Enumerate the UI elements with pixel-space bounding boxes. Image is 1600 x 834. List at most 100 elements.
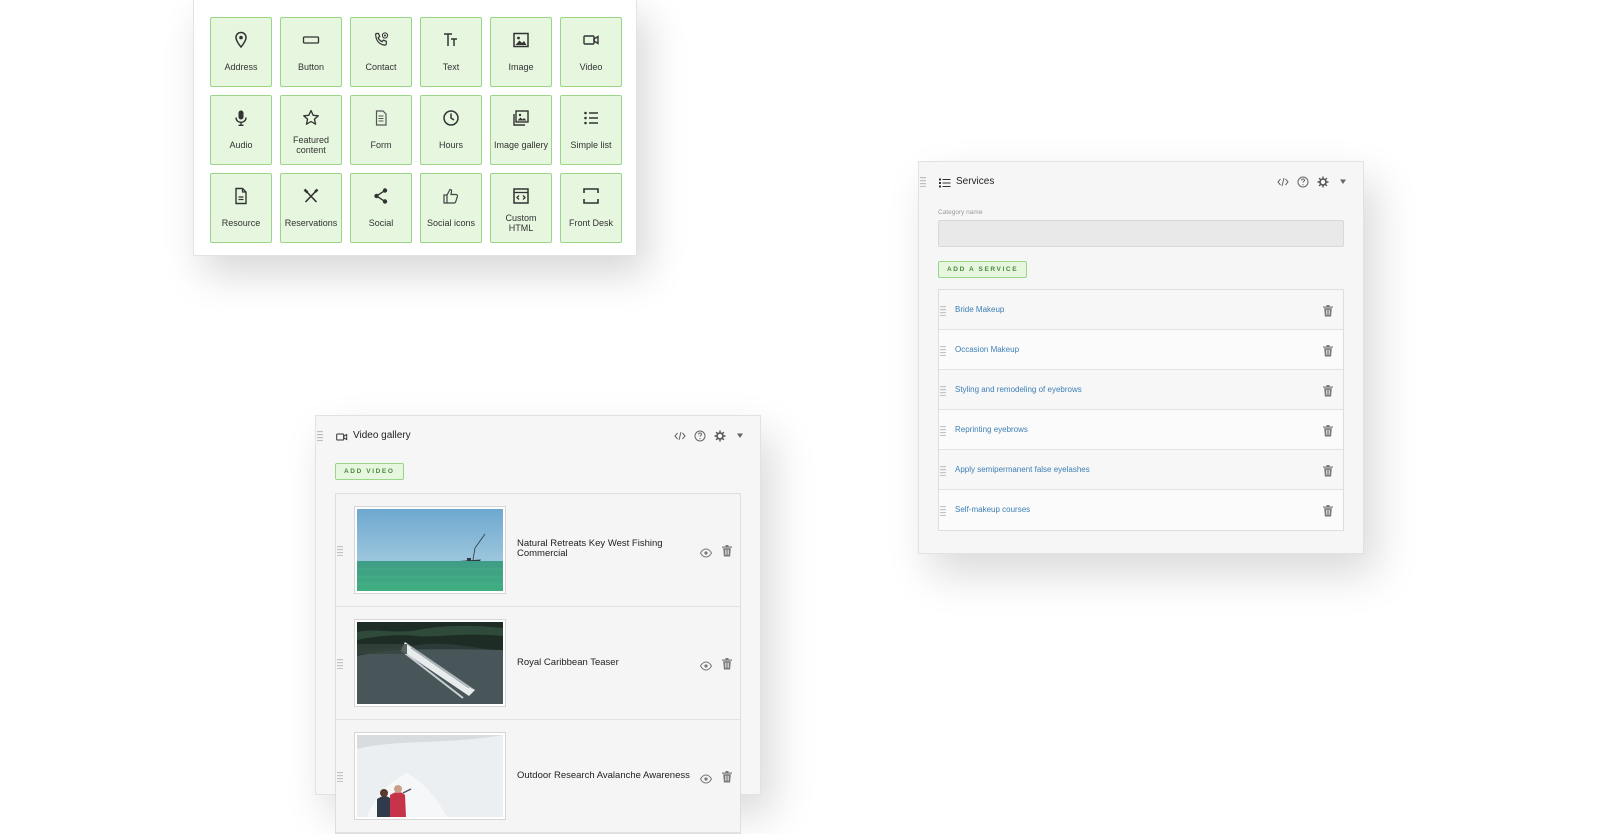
eye-icon[interactable] — [699, 658, 713, 671]
list-item: Occasion Makeup — [939, 330, 1343, 370]
help-icon[interactable] — [1297, 176, 1309, 188]
code-icon[interactable] — [1277, 176, 1289, 188]
tile-form[interactable]: Form — [350, 95, 412, 165]
star-icon — [301, 108, 321, 128]
service-name[interactable]: Self-makeup courses — [955, 505, 1030, 514]
tile-reservations[interactable]: Reservations — [280, 173, 342, 243]
trash-icon[interactable] — [722, 770, 732, 783]
tile-label: Button — [297, 61, 325, 72]
drag-handle-icon[interactable] — [337, 546, 343, 556]
trash-icon[interactable] — [722, 544, 732, 557]
list-item: Reprinting eyebrows — [939, 410, 1343, 450]
tile-label: Social — [368, 217, 394, 228]
tile-contact[interactable]: Contact — [350, 17, 412, 87]
drag-handle-icon[interactable] — [940, 306, 946, 316]
tile-audio[interactable]: Audio — [210, 95, 272, 165]
text-icon — [441, 30, 461, 50]
code-icon[interactable] — [674, 430, 686, 442]
trash-icon[interactable] — [722, 657, 732, 670]
trash-icon[interactable] — [1323, 384, 1333, 397]
trash-icon[interactable] — [1323, 424, 1333, 437]
gear-icon[interactable] — [714, 430, 726, 442]
tile-featured-content[interactable]: Featured content — [280, 95, 342, 165]
tile-label: Address — [224, 61, 258, 72]
video-thumbnail[interactable] — [354, 619, 506, 707]
utensils-icon — [301, 186, 321, 206]
module-title: Video gallery — [353, 430, 411, 441]
service-name[interactable]: Styling and remodeling of eyebrows — [955, 385, 1082, 394]
drag-handle-icon[interactable] — [337, 772, 343, 782]
frame-icon — [581, 186, 601, 206]
video-thumbnail[interactable] — [354, 506, 506, 594]
list-item: Styling and remodeling of eyebrows — [939, 370, 1343, 410]
add-video-button[interactable]: ADD VIDEO — [335, 463, 404, 480]
trash-icon[interactable] — [1323, 504, 1333, 517]
eye-icon[interactable] — [699, 545, 713, 558]
drag-handle-icon[interactable] — [940, 426, 946, 436]
drag-handle-icon[interactable] — [337, 659, 343, 669]
tile-label: Video — [579, 61, 603, 72]
chevron-down-icon[interactable] — [734, 430, 746, 442]
code-icon — [511, 186, 531, 206]
tile-video[interactable]: Video — [560, 17, 622, 87]
video-list: Natural Retreats Key West Fishing Commer… — [335, 493, 741, 834]
tile-address[interactable]: Address — [210, 17, 272, 87]
services-list: Bride Makeup Occasion Makeup Styling and… — [938, 289, 1344, 531]
tile-button[interactable]: Button — [280, 17, 342, 87]
microphone-icon — [231, 108, 251, 128]
tile-simple-list[interactable]: Simple list — [560, 95, 622, 165]
trash-icon[interactable] — [1323, 344, 1333, 357]
video-icon — [336, 430, 348, 442]
tile-front-desk[interactable]: Front Desk — [560, 173, 622, 243]
tile-label: Featured content — [292, 135, 330, 155]
drag-handle-icon[interactable] — [317, 431, 323, 441]
list-item: Natural Retreats Key West Fishing Commer… — [336, 494, 740, 607]
module-header: Video gallery — [316, 416, 760, 454]
video-thumbnail[interactable] — [354, 732, 506, 820]
service-name[interactable]: Occasion Makeup — [955, 345, 1019, 354]
drag-handle-icon[interactable] — [940, 386, 946, 396]
tile-hours[interactable]: Hours — [420, 95, 482, 165]
video-gallery-module: Video gallery ADD VIDEO Natural Retreats… — [315, 415, 761, 834]
block-picker-panel: Address Button Contact Text Image Video … — [193, 0, 637, 256]
service-name[interactable]: Apply semipermanent false eyelashes — [955, 465, 1090, 474]
tile-label: Resource — [221, 217, 261, 228]
drag-handle-icon[interactable] — [940, 346, 946, 356]
tile-label: Reservations — [284, 217, 338, 228]
category-name-input[interactable] — [938, 220, 1344, 247]
clock-icon — [441, 108, 461, 128]
video-icon — [581, 30, 601, 50]
module-toolbar — [674, 430, 746, 442]
eye-icon[interactable] — [699, 771, 713, 784]
gear-icon[interactable] — [1317, 176, 1329, 188]
add-service-button[interactable]: ADD A SERVICE — [938, 261, 1028, 278]
service-name[interactable]: Bride Makeup — [955, 305, 1004, 314]
tile-image-gallery[interactable]: Image gallery — [490, 95, 552, 165]
image-gallery-icon — [511, 108, 531, 128]
tile-text[interactable]: Text — [420, 17, 482, 87]
help-icon[interactable] — [694, 430, 706, 442]
list-item: Bride Makeup — [939, 290, 1343, 330]
category-name-label: Category name — [938, 209, 983, 216]
tile-social[interactable]: Social — [350, 173, 412, 243]
video-title: Royal Caribbean Teaser — [517, 657, 619, 668]
drag-handle-icon[interactable] — [920, 177, 926, 187]
module-header: Services — [919, 162, 1363, 200]
drag-handle-icon[interactable] — [940, 466, 946, 476]
trash-icon[interactable] — [1323, 464, 1333, 477]
thumbs-up-icon — [441, 186, 461, 206]
tile-custom-html[interactable]: Custom HTML — [490, 173, 552, 243]
service-name[interactable]: Reprinting eyebrows — [955, 425, 1028, 434]
trash-icon[interactable] — [1323, 304, 1333, 317]
tile-social-icons[interactable]: Social icons — [420, 173, 482, 243]
video-title: Outdoor Research Avalanche Awareness — [517, 770, 690, 781]
tile-image[interactable]: Image — [490, 17, 552, 87]
tile-label: Custom HTML — [505, 213, 537, 233]
drag-handle-icon[interactable] — [940, 506, 946, 516]
tile-resource[interactable]: Resource — [210, 173, 272, 243]
list-item: Self-makeup courses — [939, 490, 1343, 530]
map-pin-icon — [231, 30, 251, 50]
chevron-down-icon[interactable] — [1337, 176, 1349, 188]
tile-label: Front Desk — [568, 217, 613, 228]
cruise-ship-thumbnail — [357, 622, 503, 704]
